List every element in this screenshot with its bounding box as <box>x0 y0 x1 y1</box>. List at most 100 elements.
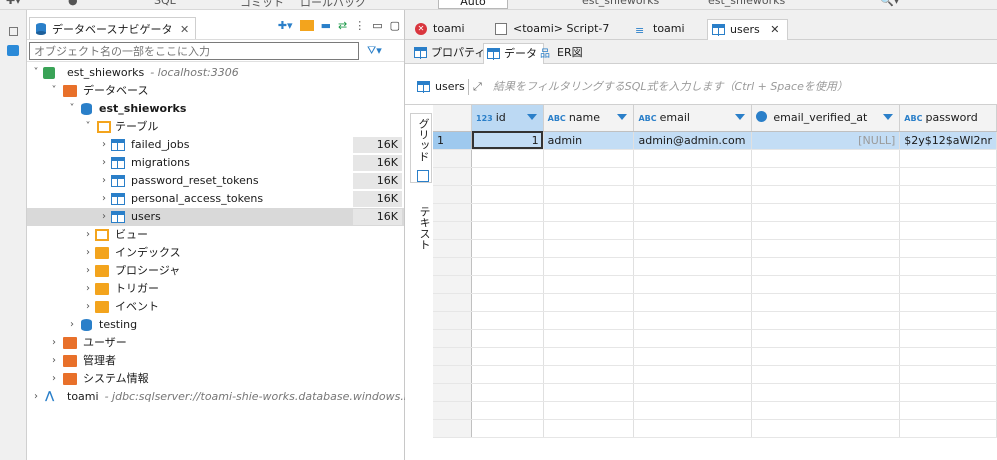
restore-icon[interactable] <box>9 27 18 36</box>
chevron-right-icon[interactable]: › <box>49 352 59 370</box>
cell-email-verified-at[interactable]: [NULL] <box>751 131 901 150</box>
chevron-right-icon[interactable]: › <box>67 316 77 334</box>
project-icon[interactable] <box>7 45 19 56</box>
tree-indexes-folder[interactable]: › インデックス <box>27 244 404 262</box>
table-name: users <box>131 210 161 223</box>
column-header-password[interactable]: ABC password <box>899 105 997 132</box>
empty-cell <box>433 293 473 312</box>
tree-procedures-folder[interactable]: › プロシージャ <box>27 262 404 280</box>
chevron-right-icon[interactable]: › <box>99 208 109 226</box>
cell-password[interactable]: $2y$12$aWl2nr <box>899 131 997 150</box>
tree-table-row[interactable]: › failed_jobs 16K <box>27 136 404 154</box>
tree-table-row[interactable]: › migrations 16K <box>27 154 404 172</box>
user-icon <box>63 337 77 349</box>
new-connection-icon[interactable]: ✚▾ <box>6 0 21 8</box>
tree-connection-toami[interactable]: › ⋀ toami - jdbc:sqlserver://toami-shie-w… <box>27 388 418 406</box>
chevron-right-icon[interactable]: › <box>99 172 109 190</box>
tab-er-diagram[interactable]: 品 ER図 <box>537 43 583 64</box>
chevron-right-icon[interactable]: › <box>31 388 41 406</box>
disconnect-icon[interactable]: ● <box>68 0 78 8</box>
tab-properties[interactable]: プロパティ <box>411 43 485 64</box>
sql-editor-button[interactable]: SQL <box>154 0 176 8</box>
empty-grid-area <box>433 149 997 438</box>
new-connection-icon[interactable]: ✚▾ <box>278 19 293 32</box>
chevron-right-icon[interactable]: › <box>83 298 93 316</box>
tree-connection-est-shieworks[interactable]: ˅ est_shieworks - localhost:3306 <box>27 64 404 82</box>
tab-users[interactable]: users ✕ <box>707 19 789 40</box>
tree-system-info[interactable]: › システム情報 <box>27 370 404 388</box>
chevron-right-icon[interactable]: › <box>49 370 59 388</box>
cell-name[interactable]: admin <box>543 131 635 150</box>
tab-database-navigator[interactable]: データベースナビゲータ ✕ <box>29 17 197 39</box>
row-number[interactable]: 1 <box>433 131 473 150</box>
tree-table-row[interactable]: › personal_access_tokens 16K <box>27 190 404 208</box>
tree-table-row-selected[interactable]: › users 16K <box>27 208 404 226</box>
chevron-right-icon[interactable]: › <box>49 334 59 352</box>
sort-icon[interactable] <box>617 114 628 120</box>
object-filter-input[interactable] <box>29 42 359 60</box>
tree-schema-testing[interactable]: › testing <box>27 316 404 334</box>
collapse-all-icon[interactable]: ▬ <box>321 19 331 32</box>
tree-views-folder[interactable]: › ビュー <box>27 226 404 244</box>
filter-icon[interactable]: ⛛▾ <box>367 44 382 58</box>
tab-script-7[interactable]: <toami> Script-7 <box>491 19 609 40</box>
table-row[interactable]: 1 1 admin admin@admin.com [NULL] $2y$12$… <box>433 131 997 150</box>
chevron-right-icon[interactable]: › <box>99 154 109 172</box>
tab-grid[interactable]: グリッド <box>410 113 432 183</box>
empty-cell <box>633 311 753 330</box>
chevron-right-icon[interactable]: › <box>99 190 109 208</box>
chevron-down-icon[interactable]: ˅ <box>83 118 93 136</box>
rollback-button[interactable]: ロールバック <box>300 0 366 9</box>
chevron-right-icon[interactable]: › <box>83 244 93 262</box>
empty-cell <box>633 185 753 204</box>
chevron-down-icon[interactable]: ˅ <box>67 100 77 118</box>
new-folder-icon[interactable] <box>299 20 314 31</box>
column-header-email-verified-at[interactable]: email_verified_at <box>751 105 901 132</box>
tree-triggers-folder[interactable]: › トリガー <box>27 280 404 298</box>
chevron-right-icon[interactable]: › <box>99 136 109 154</box>
expand-icon[interactable]: ⤢ <box>473 80 482 94</box>
tab-text[interactable]: テキスト <box>410 191 432 261</box>
empty-cell <box>543 311 635 330</box>
active-schema-select[interactable]: est_shieworks <box>708 0 785 8</box>
commit-button[interactable]: コミット <box>240 0 284 9</box>
close-icon[interactable]: ✕ <box>770 23 779 36</box>
tree-tables-folder[interactable]: ˅ テーブル <box>27 118 404 136</box>
column-header-email[interactable]: ABC email <box>633 105 753 132</box>
sort-icon[interactable] <box>883 114 894 120</box>
tree-schema-est-shieworks[interactable]: ˅ est_shieworks <box>27 100 404 118</box>
empty-cell <box>471 149 544 168</box>
tree-databases[interactable]: ˅ データベース <box>27 82 404 100</box>
active-connection-select[interactable]: est_shieworks <box>582 0 659 8</box>
search-icon[interactable]: 🔍▾ <box>880 0 899 8</box>
maximize-icon[interactable]: ▢ <box>390 19 400 32</box>
cell-email[interactable]: admin@admin.com <box>633 131 753 150</box>
tree-events-folder[interactable]: › イベント <box>27 298 404 316</box>
triggers-label: トリガー <box>115 282 159 295</box>
minimize-icon[interactable]: ▭ <box>372 19 382 32</box>
cell-id[interactable]: 1 <box>471 131 544 150</box>
sort-icon[interactable] <box>526 114 537 120</box>
result-source[interactable]: users <box>415 78 465 96</box>
empty-cell <box>433 383 473 402</box>
sort-icon[interactable] <box>735 114 746 120</box>
column-header-name[interactable]: ABC name <box>543 105 635 132</box>
tab-data[interactable]: データ <box>483 43 544 64</box>
view-menu-icon[interactable]: ⋮ <box>354 19 365 32</box>
column-header-id[interactable]: 123 id <box>471 105 544 132</box>
tree-users[interactable]: › ユーザー <box>27 334 404 352</box>
info-icon <box>63 373 77 385</box>
tab-toami-error[interactable]: ✕ toami <box>411 19 465 40</box>
tree-administer[interactable]: › 管理者 <box>27 352 404 370</box>
chevron-right-icon[interactable]: › <box>83 226 93 244</box>
chevron-down-icon[interactable]: ˅ <box>31 64 41 82</box>
chevron-down-icon[interactable]: ˅ <box>49 82 59 100</box>
filter-expression-input[interactable]: 結果をフィルタリングするSQL式を入力します（Ctrl + Spaceを使用） <box>493 78 848 96</box>
link-editor-icon[interactable]: ⇄ <box>338 19 347 32</box>
transaction-mode-select[interactable]: Auto <box>438 0 508 9</box>
tab-toami-sql[interactable]: ≡ toami <box>631 19 685 40</box>
tree-table-row[interactable]: › password_reset_tokens 16K <box>27 172 404 190</box>
chevron-right-icon[interactable]: › <box>83 280 93 298</box>
close-icon[interactable]: ✕ <box>180 23 189 36</box>
chevron-right-icon[interactable]: › <box>83 262 93 280</box>
